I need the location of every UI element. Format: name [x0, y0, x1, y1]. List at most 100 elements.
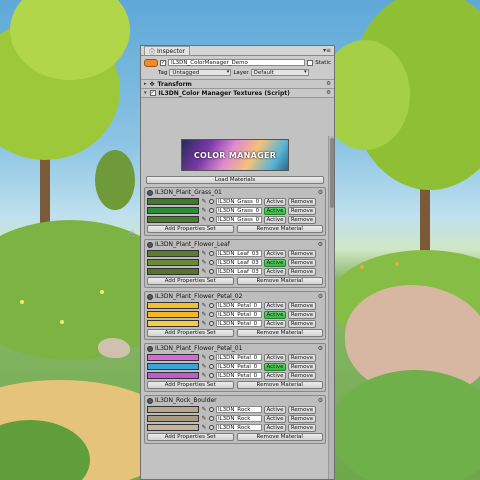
- transform-header[interactable]: ▸ ✥ Transform ⚙: [141, 80, 334, 89]
- remove-button[interactable]: Remove: [288, 206, 316, 215]
- eyedropper-icon[interactable]: ✎: [201, 406, 207, 413]
- add-properties-set-button[interactable]: Add Properties Set: [147, 381, 234, 389]
- gear-icon[interactable]: ⚙: [318, 397, 323, 404]
- object-picker-icon[interactable]: [209, 321, 214, 326]
- eyedropper-icon[interactable]: ✎: [201, 259, 207, 266]
- add-properties-set-button[interactable]: Add Properties Set: [147, 433, 234, 441]
- eyedropper-icon[interactable]: ✎: [201, 216, 207, 223]
- component-menu-icon[interactable]: ⚙: [326, 90, 331, 96]
- add-properties-set-button[interactable]: Add Properties Set: [147, 225, 234, 233]
- gear-icon[interactable]: ⚙: [318, 293, 323, 300]
- material-field[interactable]: IL3DN_Leaf_03: [216, 250, 262, 257]
- remove-material-button[interactable]: Remove Material: [236, 329, 323, 337]
- remove-button[interactable]: Remove: [288, 423, 316, 432]
- tab-inspector[interactable]: ⓘ Inspector: [144, 46, 191, 56]
- material-field[interactable]: IL3DN_Grass_0: [216, 216, 262, 223]
- object-picker-icon[interactable]: [209, 269, 214, 274]
- color-swatch[interactable]: [147, 354, 199, 361]
- material-field[interactable]: IL3DN_Petal_0: [216, 302, 262, 309]
- eyedropper-icon[interactable]: ✎: [201, 415, 207, 422]
- active-button[interactable]: Active: [264, 371, 286, 380]
- object-picker-icon[interactable]: [209, 355, 214, 360]
- object-picker-icon[interactable]: [209, 303, 214, 308]
- gear-icon[interactable]: ⚙: [318, 241, 323, 248]
- scrollbar-thumb[interactable]: [330, 138, 334, 208]
- object-picker-icon[interactable]: [209, 208, 214, 213]
- window-menu-icon[interactable]: ▾≡: [323, 47, 331, 54]
- remove-button[interactable]: Remove: [288, 362, 316, 371]
- eyedropper-icon[interactable]: ✎: [201, 372, 207, 379]
- active-button[interactable]: Active: [264, 267, 286, 276]
- color-swatch[interactable]: [147, 406, 199, 413]
- active-button[interactable]: Active: [264, 215, 286, 224]
- eyedropper-icon[interactable]: ✎: [201, 424, 207, 431]
- remove-button[interactable]: Remove: [288, 267, 316, 276]
- remove-button[interactable]: Remove: [288, 414, 316, 423]
- layer-dropdown[interactable]: Default: [250, 69, 309, 76]
- object-picker-icon[interactable]: [209, 312, 214, 317]
- active-button[interactable]: Active: [264, 319, 286, 328]
- script-enabled-checkbox[interactable]: ✓: [149, 90, 156, 96]
- active-button[interactable]: Active: [264, 353, 286, 362]
- remove-button[interactable]: Remove: [288, 301, 316, 310]
- static-checkbox[interactable]: [307, 59, 314, 66]
- remove-material-button[interactable]: Remove Material: [236, 277, 323, 285]
- material-field[interactable]: IL3DN_Rock: [216, 406, 262, 413]
- color-swatch[interactable]: [147, 311, 199, 318]
- active-button[interactable]: Active: [264, 310, 286, 319]
- eyedropper-icon[interactable]: ✎: [201, 311, 207, 318]
- eyedropper-icon[interactable]: ✎: [201, 198, 207, 205]
- color-swatch[interactable]: [147, 302, 199, 309]
- active-button[interactable]: Active: [264, 423, 286, 432]
- remove-material-button[interactable]: Remove Material: [236, 225, 323, 233]
- active-button[interactable]: Active: [264, 405, 286, 414]
- color-swatch[interactable]: [147, 207, 199, 214]
- color-swatch[interactable]: [147, 363, 199, 370]
- material-field[interactable]: IL3DN_Leaf_03: [216, 259, 262, 266]
- active-button[interactable]: Active: [264, 362, 286, 371]
- active-button[interactable]: Active: [264, 258, 286, 267]
- color-swatch[interactable]: [147, 372, 199, 379]
- add-properties-set-button[interactable]: Add Properties Set: [147, 277, 234, 285]
- tag-dropdown[interactable]: Untagged: [169, 69, 232, 76]
- active-button[interactable]: Active: [264, 206, 286, 215]
- object-picker-icon[interactable]: [209, 217, 214, 222]
- scrollbar[interactable]: [328, 136, 334, 479]
- object-picker-icon[interactable]: [209, 260, 214, 265]
- eyedropper-icon[interactable]: ✎: [201, 354, 207, 361]
- remove-button[interactable]: Remove: [288, 319, 316, 328]
- add-properties-set-button[interactable]: Add Properties Set: [147, 329, 234, 337]
- object-picker-icon[interactable]: [209, 251, 214, 256]
- eyedropper-icon[interactable]: ✎: [201, 207, 207, 214]
- material-field[interactable]: IL3DN_Grass_0: [216, 207, 262, 214]
- remove-material-button[interactable]: Remove Material: [236, 433, 323, 441]
- eyedropper-icon[interactable]: ✎: [201, 302, 207, 309]
- material-field[interactable]: IL3DN_Grass_0: [216, 198, 262, 205]
- color-swatch[interactable]: [147, 250, 199, 257]
- eyedropper-icon[interactable]: ✎: [201, 250, 207, 257]
- remove-button[interactable]: Remove: [288, 371, 316, 380]
- material-field[interactable]: IL3DN_Rock: [216, 415, 262, 422]
- material-field[interactable]: IL3DN_Petal_0: [216, 320, 262, 327]
- color-swatch[interactable]: [147, 320, 199, 327]
- remove-button[interactable]: Remove: [288, 249, 316, 258]
- material-field[interactable]: IL3DN_Petal_0: [216, 363, 262, 370]
- remove-button[interactable]: Remove: [288, 258, 316, 267]
- expand-triangle-icon[interactable]: ▸: [144, 81, 147, 87]
- material-field[interactable]: IL3DN_Petal_0: [216, 311, 262, 318]
- color-swatch[interactable]: [147, 268, 199, 275]
- object-picker-icon[interactable]: [209, 407, 214, 412]
- eyedropper-icon[interactable]: ✎: [201, 363, 207, 370]
- remove-button[interactable]: Remove: [288, 197, 316, 206]
- active-button[interactable]: Active: [264, 197, 286, 206]
- active-button[interactable]: Active: [264, 414, 286, 423]
- eyedropper-icon[interactable]: ✎: [201, 268, 207, 275]
- active-checkbox[interactable]: ✓: [160, 59, 166, 66]
- object-name-field[interactable]: IL3DN_ColorManager_Demo: [168, 59, 306, 66]
- inspector-content[interactable]: COLOR MANAGER Load Materials IL3DN_Plant…: [141, 136, 329, 479]
- collapse-triangle-icon[interactable]: ▾: [144, 90, 147, 96]
- object-picker-icon[interactable]: [209, 373, 214, 378]
- remove-button[interactable]: Remove: [288, 405, 316, 414]
- object-picker-icon[interactable]: [209, 425, 214, 430]
- color-swatch[interactable]: [147, 216, 199, 223]
